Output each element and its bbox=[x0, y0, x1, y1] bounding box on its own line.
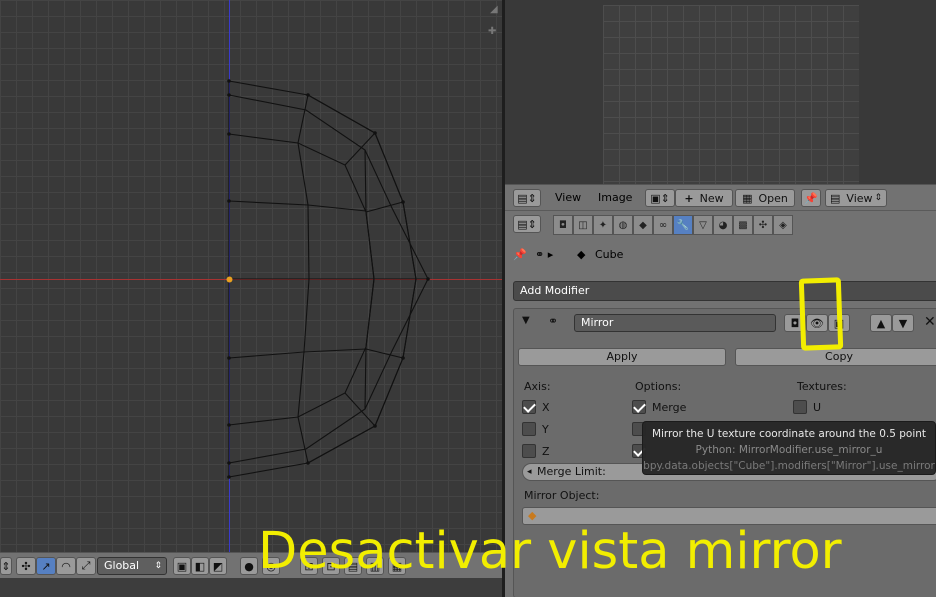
pin-image-icon[interactable]: 📌 bbox=[801, 189, 821, 207]
checkbox-box bbox=[522, 422, 536, 436]
axis-y-label: Y bbox=[542, 422, 549, 436]
axis-heading: Axis: bbox=[524, 380, 551, 393]
vertex-select-icon[interactable]: ▣ bbox=[173, 557, 191, 575]
axis-y-checkbox[interactable]: Y bbox=[522, 422, 549, 436]
context-tabs: ◘ ◫ ✦ ◍ ◆ ∞ 🔧 ▽ ◕ ▩ ✣ ◈ bbox=[553, 215, 793, 235]
manipulator-axes-icon[interactable]: ✣ bbox=[16, 557, 36, 575]
annotation-caption: Desactivar vista mirror bbox=[258, 522, 842, 581]
world-tab-icon[interactable]: ◍ bbox=[613, 215, 633, 235]
scene-tab-icon[interactable]: ✦ bbox=[593, 215, 613, 235]
object-icon: ◆ bbox=[528, 509, 537, 522]
select-arrows-icon: ⇕ bbox=[874, 193, 882, 203]
merge-limit-label: Merge Limit: bbox=[537, 465, 606, 478]
origin-point bbox=[226, 276, 233, 283]
texture-tab-icon[interactable]: ▩ bbox=[733, 215, 753, 235]
highlight-box bbox=[798, 277, 844, 351]
copy-button[interactable]: Copy bbox=[735, 348, 936, 366]
scale-tool-icon[interactable]: ⤢ bbox=[76, 557, 96, 575]
header-arrows-icon[interactable]: ⇕ bbox=[0, 557, 12, 575]
area-join-icon[interactable]: ✚ bbox=[488, 26, 500, 38]
folder-icon: ▦ bbox=[742, 191, 753, 205]
select-arrows-icon: ⇕ bbox=[154, 561, 162, 571]
view-mode-value: View bbox=[846, 191, 873, 205]
properties-editor-type-icon[interactable]: ▤⇕ bbox=[513, 215, 541, 233]
merge-label: Merge bbox=[652, 400, 687, 414]
tooltip-python: Python: MirrorModifier.use_mirror_u bbox=[695, 444, 883, 456]
physics-tab-icon[interactable]: ◈ bbox=[773, 215, 793, 235]
checkbox-box bbox=[522, 400, 536, 414]
plus-icon: + bbox=[684, 191, 694, 205]
axis-z-label: Z bbox=[542, 444, 550, 458]
mesh-link-icon: ⚭ ▸ bbox=[535, 248, 554, 261]
uv-image-editor[interactable] bbox=[505, 0, 936, 184]
image-editor-header: ▤⇕ View Image ▣⇕ + New ▦ Open 📌 ▤ View ⇕ bbox=[505, 184, 936, 210]
modifiers-tab-icon[interactable]: 🔧 bbox=[673, 215, 693, 235]
copy-label: Copy bbox=[825, 350, 853, 363]
move-up-icon[interactable]: ▲ bbox=[870, 314, 892, 332]
transform-orientation-value: Global bbox=[104, 559, 140, 572]
edge-select-icon[interactable]: ◧ bbox=[191, 557, 209, 575]
area-split-handle-icon[interactable]: ◢ bbox=[490, 4, 502, 16]
options-heading: Options: bbox=[635, 380, 682, 393]
merge-checkbox[interactable]: Merge bbox=[632, 400, 686, 414]
move-down-icon[interactable]: ▼ bbox=[892, 314, 914, 332]
new-image-label: New bbox=[699, 191, 724, 205]
open-image-label: Open bbox=[758, 191, 788, 205]
modifier-name-field[interactable]: Mirror bbox=[574, 314, 776, 332]
mirror-object-label: Mirror Object: bbox=[524, 489, 600, 502]
mesh-wireframe bbox=[0, 0, 502, 552]
checkbox-box bbox=[793, 400, 807, 414]
tooltip: Mirror the U texture coordinate around t… bbox=[642, 421, 936, 475]
data-tab-icon[interactable]: ▽ bbox=[693, 215, 713, 235]
textures-heading: Textures: bbox=[797, 380, 847, 393]
transform-orientation-select[interactable]: Global ⇕ bbox=[97, 557, 167, 575]
decrement-arrow-icon[interactable]: ◂ bbox=[527, 464, 532, 480]
collapse-triangle-icon[interactable]: ▼ bbox=[522, 315, 530, 326]
rotate-tool-icon[interactable]: ◠ bbox=[56, 557, 76, 575]
occlude-geometry-icon[interactable]: ● bbox=[240, 557, 258, 575]
particles-tab-icon[interactable]: ✣ bbox=[753, 215, 773, 235]
render-layers-tab-icon[interactable]: ◫ bbox=[573, 215, 593, 235]
translate-tool-icon[interactable]: ↗ bbox=[36, 557, 56, 575]
constraints-tab-icon[interactable]: ∞ bbox=[653, 215, 673, 235]
material-tab-icon[interactable]: ◕ bbox=[713, 215, 733, 235]
image-browse-icon[interactable]: ▣⇕ bbox=[645, 189, 675, 207]
tooltip-datapath: bpy.data.objects["Cube"].modifiers["Mirr… bbox=[643, 460, 935, 472]
mirror-modifier-icon: ⚭ bbox=[548, 314, 559, 328]
texture-u-label: U bbox=[813, 400, 822, 414]
open-image-button[interactable]: ▦ Open bbox=[735, 189, 795, 207]
3d-viewport[interactable]: ◢ ✚ bbox=[0, 0, 502, 552]
remove-modifier-icon[interactable]: ✕ bbox=[924, 314, 936, 330]
tooltip-description: Mirror the U texture coordinate around t… bbox=[651, 428, 927, 440]
editor-type-icon[interactable]: ▤⇕ bbox=[513, 189, 541, 207]
view-mode-icon: ▤ bbox=[830, 191, 841, 205]
view-mode-select[interactable]: ▤ View ⇕ bbox=[825, 189, 887, 207]
menu-image[interactable]: Image bbox=[598, 191, 632, 204]
new-image-button[interactable]: + New bbox=[675, 189, 733, 207]
uv-grid bbox=[603, 5, 859, 184]
cube-object-icon: ◆ bbox=[577, 248, 586, 261]
texture-u-checkbox[interactable]: U bbox=[793, 400, 821, 414]
checkbox-box bbox=[632, 400, 646, 414]
checkbox-box bbox=[522, 444, 536, 458]
breadcrumb-object-name: Cube bbox=[595, 248, 624, 261]
object-tab-icon[interactable]: ◆ bbox=[633, 215, 653, 235]
axis-x-label: X bbox=[542, 400, 550, 414]
face-select-icon[interactable]: ◩ bbox=[209, 557, 227, 575]
render-tab-icon[interactable]: ◘ bbox=[553, 215, 573, 235]
apply-button[interactable]: Apply bbox=[518, 348, 726, 366]
axis-z-checkbox[interactable]: Z bbox=[522, 444, 550, 458]
modifier-name-value: Mirror bbox=[581, 316, 614, 329]
mesh-edges bbox=[228, 80, 429, 478]
add-modifier-menu[interactable]: Add Modifier bbox=[513, 281, 936, 301]
apply-label: Apply bbox=[606, 350, 638, 363]
axis-x-checkbox[interactable]: X bbox=[522, 400, 550, 414]
add-modifier-label: Add Modifier bbox=[520, 284, 590, 297]
menu-view[interactable]: View bbox=[555, 191, 581, 204]
pin-icon[interactable]: 📌 bbox=[513, 248, 527, 261]
